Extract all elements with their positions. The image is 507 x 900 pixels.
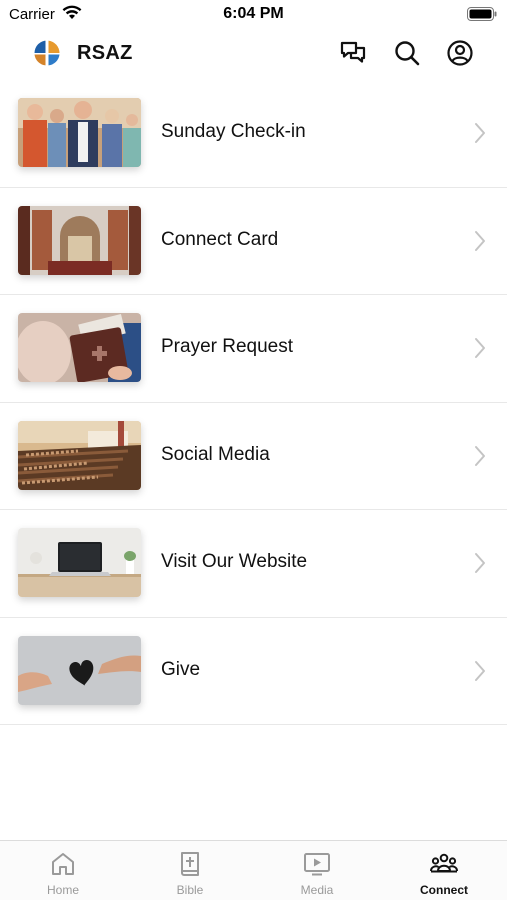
home-icon bbox=[49, 850, 77, 878]
item-label: Visit Our Website bbox=[161, 551, 308, 572]
item-label: Prayer Request bbox=[161, 336, 294, 357]
connect-list: Sunday Check-in Connect Card Prayer Requ… bbox=[0, 80, 507, 725]
tab-home[interactable]: Home bbox=[0, 841, 126, 900]
bible-in-hands-image bbox=[18, 313, 141, 382]
item-label: Social Media bbox=[161, 443, 270, 465]
list-item-social-media[interactable]: Social Media bbox=[0, 403, 507, 510]
people-greeting-image bbox=[18, 98, 141, 167]
tab-connect[interactable]: Connect bbox=[381, 841, 507, 900]
list-item-give[interactable]: Give bbox=[0, 618, 507, 725]
chevron-right-icon bbox=[475, 553, 485, 573]
chevron-right-icon bbox=[475, 445, 485, 466]
church-congregation-image bbox=[18, 420, 141, 490]
tab-media[interactable]: Media bbox=[254, 841, 380, 900]
list-item-connect-card[interactable]: Connect Card bbox=[0, 188, 507, 295]
chevron-right-icon bbox=[475, 123, 485, 143]
search-icon[interactable] bbox=[393, 39, 421, 67]
chevron-right-icon bbox=[475, 230, 485, 251]
give-heart-image bbox=[18, 635, 141, 705]
tab-bar: Home Bible Media Connect bbox=[0, 840, 507, 900]
people-icon bbox=[430, 850, 458, 878]
status-bar: Carrier 6:04 PM bbox=[0, 0, 507, 30]
media-icon bbox=[303, 850, 331, 878]
app-header: RSAZ bbox=[0, 30, 507, 80]
laptop-desk-image bbox=[18, 528, 141, 597]
church-entrance-image bbox=[18, 205, 141, 275]
app-logo[interactable] bbox=[34, 40, 60, 66]
list-item-visit-our-website[interactable]: Visit Our Website bbox=[0, 510, 507, 618]
battery-icon bbox=[467, 7, 497, 21]
list-item-sunday-check-in[interactable]: Sunday Check-in bbox=[0, 80, 507, 188]
app-title: RSAZ bbox=[77, 42, 133, 64]
tab-label: Media bbox=[300, 883, 334, 897]
tab-bible[interactable]: Bible bbox=[127, 841, 253, 900]
tab-label: Connect bbox=[420, 883, 468, 897]
bible-icon bbox=[176, 850, 204, 878]
list-item-prayer-request[interactable]: Prayer Request bbox=[0, 295, 507, 403]
clock: 6:04 PM bbox=[223, 5, 284, 22]
item-label: Give bbox=[161, 658, 201, 680]
tab-label: Home bbox=[46, 883, 79, 897]
profile-icon[interactable] bbox=[446, 39, 474, 67]
item-label: Connect Card bbox=[161, 228, 279, 250]
chevron-right-icon bbox=[475, 660, 485, 681]
item-label: Sunday Check-in bbox=[161, 121, 306, 142]
tab-label: Bible bbox=[176, 883, 204, 897]
chat-icon[interactable] bbox=[339, 39, 367, 67]
chevron-right-icon bbox=[475, 338, 485, 358]
